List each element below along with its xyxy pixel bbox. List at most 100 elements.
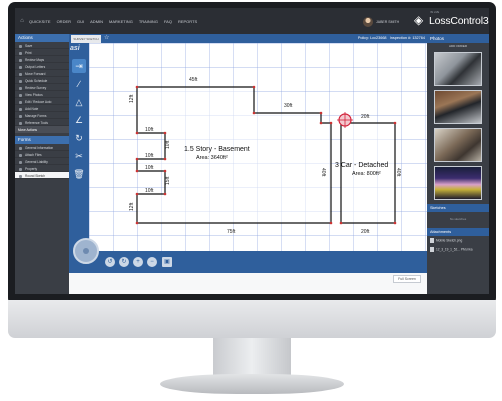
zoom-in-icon[interactable]: + bbox=[133, 257, 143, 267]
sidebar-action-label: Output Letters bbox=[25, 65, 46, 69]
action-icon bbox=[19, 100, 22, 104]
dim-bottom-main: 75ft bbox=[227, 229, 236, 235]
dim-top-garage: 20ft bbox=[361, 114, 370, 120]
actions-heading: Actions bbox=[15, 34, 69, 42]
sidebar-form-label: Round Sketch bbox=[25, 174, 46, 178]
sketch-toolbar: asi ⇥ ∕ △ ∠ ↻ ✂ 🗑 bbox=[69, 43, 89, 251]
dim-bottom-garage: 20ft bbox=[361, 229, 370, 235]
attachments-heading: Attachments bbox=[427, 228, 489, 236]
sidebar-action-label: Reference Tools bbox=[25, 121, 48, 125]
sidebar-action-item[interactable]: Review Survey bbox=[15, 84, 69, 91]
sidebar-action-label: Quick Schedule bbox=[25, 79, 48, 83]
right-panel: Photos ADD ORDER Sketches No sketches At… bbox=[427, 34, 489, 294]
sketches-empty: No sketches bbox=[449, 217, 467, 221]
zoom-out-icon[interactable]: − bbox=[147, 257, 157, 267]
triangle-tool-icon[interactable]: △ bbox=[72, 95, 86, 109]
action-icon bbox=[19, 65, 22, 69]
pan-joystick[interactable] bbox=[73, 238, 99, 264]
move-actions-menu[interactable]: Move Actions bbox=[15, 126, 69, 133]
nav-item-reports[interactable]: REPORTS bbox=[178, 19, 197, 24]
photo-thumbnail[interactable] bbox=[434, 52, 482, 86]
sketches-heading: Sketches bbox=[427, 204, 489, 212]
nav-item-gui[interactable]: GUI bbox=[77, 19, 84, 24]
sidebar-action-item[interactable]: Move Forward bbox=[15, 70, 69, 77]
sidebar-action-item[interactable]: Quick Schedule bbox=[15, 77, 69, 84]
sidebar-action-item[interactable]: Review Maps bbox=[15, 56, 69, 63]
sidebar-action-label: Review Maps bbox=[25, 58, 45, 62]
sidebar-form-item[interactable]: General Liability bbox=[15, 158, 69, 165]
sidebar-action-label: View Photos bbox=[25, 93, 43, 97]
file-icon bbox=[430, 238, 434, 243]
joystick-knob[interactable] bbox=[83, 248, 89, 254]
photo-thumbnail[interactable] bbox=[434, 128, 482, 162]
redo-icon[interactable]: ↻ bbox=[119, 257, 129, 267]
sidebar-action-item[interactable]: Save bbox=[15, 42, 69, 49]
sidebar-form-item[interactable]: Attach Files bbox=[15, 151, 69, 158]
sidebar-action-item[interactable]: Output Letters bbox=[15, 63, 69, 70]
room-area-basement: Area: 3640ft² bbox=[196, 155, 228, 161]
sidebar-form-label: General Liability bbox=[25, 160, 48, 164]
pan-tool-icon[interactable]: ⇥ bbox=[72, 59, 86, 73]
photo-thumbnail[interactable] bbox=[434, 166, 482, 200]
dim-notch1-height: 10ft bbox=[165, 140, 171, 149]
nav-item-faq[interactable]: FAQ bbox=[164, 19, 172, 24]
action-icon bbox=[19, 114, 22, 118]
sidebar-action-item[interactable]: Add Note bbox=[15, 105, 69, 112]
sidebar-action-item[interactable]: Manage Forms bbox=[15, 112, 69, 119]
sidebar-form-label: General Information bbox=[25, 146, 54, 150]
brand-logo: ◈ ISI LIVE LossControl360 bbox=[414, 11, 489, 27]
undo-icon[interactable]: ↺ bbox=[105, 257, 115, 267]
room-area-garage: Area: 800ft² bbox=[352, 171, 381, 177]
sidebar-form-label: Attach Files bbox=[25, 153, 42, 157]
action-icon bbox=[19, 121, 22, 125]
sidebar-form-item[interactable]: Round Sketch bbox=[15, 172, 69, 179]
nav-item-marketing[interactable]: MARKETING bbox=[109, 19, 133, 24]
user-name: JABER SMITH bbox=[376, 20, 400, 24]
sidebar-action-item[interactable]: View Photos bbox=[15, 91, 69, 98]
monitor-chin bbox=[8, 300, 496, 338]
sidebar-action-item[interactable]: Edit / Reduce Auto bbox=[15, 98, 69, 105]
sidebar-form-item[interactable]: Property bbox=[15, 165, 69, 172]
attachment-item[interactable]: 12_3_19_1_52... PM.mka bbox=[427, 245, 489, 254]
nav-item-training[interactable]: TRAINING bbox=[139, 19, 158, 24]
image-icon[interactable]: ▣ bbox=[162, 257, 172, 267]
rotate-icon[interactable]: ↻ bbox=[72, 131, 86, 145]
nav-item-order[interactable]: ORDER bbox=[57, 19, 71, 24]
photo-actions[interactable]: ADD ORDER bbox=[427, 43, 489, 50]
file-icon bbox=[430, 247, 434, 252]
nav-item-admin[interactable]: ADMIN bbox=[90, 19, 103, 24]
draw-line-icon[interactable]: ∕ bbox=[72, 77, 86, 91]
action-icon bbox=[19, 93, 22, 97]
dim-left-bottom: 12ft bbox=[129, 202, 135, 211]
action-icon bbox=[19, 58, 22, 62]
form-icon bbox=[19, 160, 22, 164]
sidebar-action-label: Review Survey bbox=[25, 86, 47, 90]
sidebar-action-item[interactable]: Reference Tools bbox=[15, 119, 69, 126]
floor-plan: 45ft 30ft 20ft 75ft 20ft 40ft 40ft 12ft … bbox=[89, 43, 427, 251]
sidebar-action-item[interactable]: Print bbox=[15, 49, 69, 56]
sketch-workspace: SURVEY SKETCH ☆ Policy: Lcc23668 Inspect… bbox=[69, 34, 427, 294]
monitor-stand-base bbox=[160, 374, 344, 394]
attachment-item[interactable]: Mobile Sketch.png bbox=[427, 236, 489, 245]
tab-survey-sketch[interactable]: SURVEY SKETCH bbox=[71, 35, 101, 43]
full-screen-button[interactable]: Full Screen bbox=[393, 275, 421, 283]
angle-tool-icon[interactable]: ∠ bbox=[72, 113, 86, 127]
user-menu[interactable]: JABER SMITH bbox=[363, 17, 399, 27]
brand-tag: ISI LIVE bbox=[430, 11, 440, 14]
form-icon bbox=[19, 146, 22, 150]
dim-notch2-width: 10ft bbox=[145, 165, 154, 171]
sidebar-form-item[interactable]: General Information bbox=[15, 144, 69, 151]
forms-heading: Forms bbox=[15, 136, 69, 144]
sketch-canvas[interactable]: 45ft 30ft 20ft 75ft 20ft 40ft 40ft 12ft … bbox=[89, 43, 427, 251]
trash-icon[interactable]: 🗑 bbox=[72, 167, 86, 181]
app-screen: ⌂ QUICKSITE ORDER GUI ADMIN MARKETING TR… bbox=[15, 8, 489, 294]
home-icon[interactable]: ⌂ bbox=[15, 18, 29, 24]
photo-thumbnail[interactable] bbox=[434, 90, 482, 124]
star-icon[interactable]: ☆ bbox=[104, 35, 109, 42]
action-icon bbox=[19, 44, 22, 48]
left-sidebar: Actions Save Print Review Maps Output Lette… bbox=[15, 34, 69, 294]
action-icon bbox=[19, 86, 22, 90]
nav-item-quicksite[interactable]: QUICKSITE bbox=[29, 19, 51, 24]
scissors-icon[interactable]: ✂ bbox=[72, 149, 86, 163]
dim-notch2-height: 15ft bbox=[165, 176, 171, 185]
